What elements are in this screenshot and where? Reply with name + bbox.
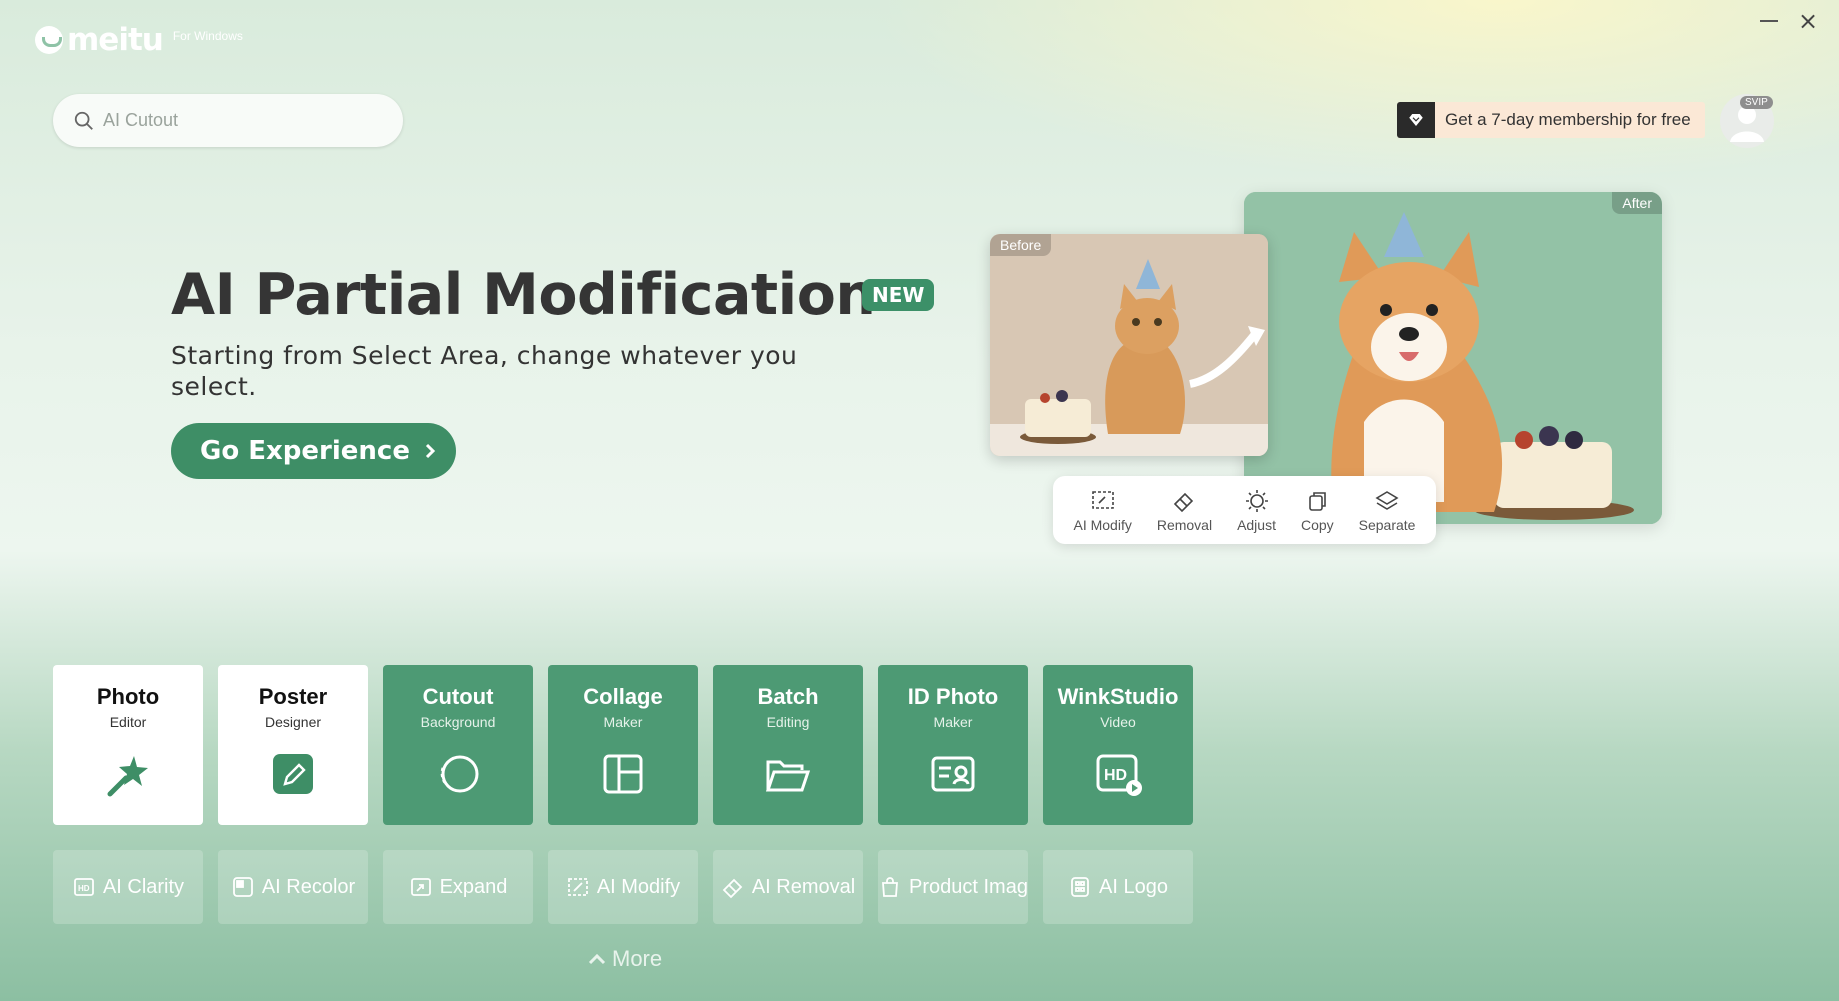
svg-text:HD: HD [78,884,90,893]
tile-title: WinkStudio [1057,684,1179,709]
tool-separate[interactable]: Separate [1358,488,1416,533]
edit-pencil-icon [273,754,313,794]
promo-text: Get a 7-day membership for free [1445,110,1691,129]
ai-modify-icon [567,878,588,896]
minimize-icon[interactable] [1760,20,1778,22]
tool-label: Removal [1156,516,1213,533]
folder-icon [765,760,811,792]
quick-tools: HD AI Clarity AI Recolor Expand AI Modif… [53,850,1193,924]
tile-title: Batch [757,684,819,709]
tile-subtitle: Background [420,714,496,730]
meitu-logo-icon [35,26,63,54]
quick-label: AI Logo [1099,875,1168,898]
hd-video-icon: HD [1096,754,1142,796]
logo-text: meitu [67,22,164,58]
tile-title: Collage [583,684,663,709]
tool-copy[interactable]: Copy [1301,488,1334,533]
tool-label: Separate [1358,516,1416,533]
quick-ai-clarity[interactable]: HD AI Clarity [53,850,203,924]
diamond-icon [1397,102,1435,138]
layers-icon [1375,490,1399,510]
ai-modify-icon [1091,490,1114,509]
quick-label: Expand [439,875,508,898]
after-label: After [1612,192,1662,214]
chevron-up-icon [588,953,606,965]
search-input[interactable] [103,110,383,131]
svip-badge: SVIP [1740,96,1773,109]
magic-wand-icon [107,756,148,797]
close-icon[interactable]: × [1797,9,1819,33]
quick-label: AI Recolor [261,875,356,898]
quick-label: AI Modify [596,875,681,898]
after-image: After [1244,192,1662,524]
quick-label: AI Clarity [102,875,185,898]
quick-ai-modify[interactable]: AI Modify [548,850,698,924]
tile-title: Poster [258,684,328,709]
tile-subtitle: Designer [264,714,322,730]
go-experience-button[interactable]: Go Experience [171,423,456,479]
quick-label: Product Imag [909,875,1028,898]
before-image: Before [990,234,1268,456]
quick-expand[interactable]: Expand [383,850,533,924]
tile-subtitle: Video [1100,714,1136,730]
tile-photo-editor[interactable]: Photo Editor [53,665,203,825]
hero-title: AI Partial Modification [171,262,876,328]
expand-icon [410,878,431,896]
logo-subtitle: For Windows [172,29,243,43]
quick-ai-removal[interactable]: AI Removal [713,850,863,924]
logo-icon [1071,877,1089,897]
recolor-icon [232,877,253,897]
membership-promo-button[interactable]: Get a 7-day membership for free [1397,102,1705,138]
tile-batch[interactable]: Batch Editing [713,665,863,825]
new-badge: NEW [862,279,935,311]
tool-label: Adjust [1237,516,1276,533]
lasso-icon [440,755,479,793]
eraser-icon [1174,492,1194,512]
tile-winkstudio[interactable]: WinkStudio Video HD [1043,665,1193,825]
tile-cutout[interactable]: Cutout Background [383,665,533,825]
tile-subtitle: Editing [766,714,810,730]
svg-text:HD: HD [1104,767,1127,784]
tile-id-photo[interactable]: ID Photo Maker [878,665,1028,825]
tile-subtitle: Maker [933,714,973,730]
eraser-icon [722,878,743,899]
tool-adjust[interactable]: Adjust [1237,488,1276,533]
search-icon [74,111,93,130]
tile-subtitle: Editor [109,714,147,730]
chevron-right-icon [425,443,436,459]
tool-label: AI Modify [1073,516,1132,533]
grid-layout-icon [603,754,643,794]
tool-removal[interactable]: Removal [1157,488,1212,533]
more-button[interactable]: More [586,946,662,972]
tile-title: Cutout [422,684,494,709]
quick-ai-logo[interactable]: AI Logo [1043,850,1193,924]
hd-icon: HD [74,878,94,896]
tile-title: ID Photo [907,684,999,709]
feature-tiles: Photo Editor Poster Designer Cutout Back… [53,665,1193,825]
app-logo: meitu For Windows [35,22,243,58]
copy-icon [1309,491,1327,511]
tile-collage[interactable]: Collage Maker [548,665,698,825]
tile-title: Photo [96,684,160,709]
before-label: Before [990,234,1052,256]
id-card-icon [931,756,975,792]
quick-product-image[interactable]: Product Imag [878,850,1028,924]
tool-ai-modify[interactable]: AI Modify [1073,488,1132,533]
product-icon [882,877,898,897]
search-box[interactable] [53,94,403,147]
tile-subtitle: Maker [603,714,643,730]
hero-tool-strip: AI Modify Removal Adjust Copy Separate [1053,476,1436,544]
tool-label: Copy [1300,516,1334,533]
hero-subtitle: Starting from Select Area, change whatev… [171,341,798,401]
tile-poster-designer[interactable]: Poster Designer [218,665,368,825]
more-label: More [612,946,663,971]
cta-label: Go Experience [200,436,410,466]
quick-label: AI Removal [751,875,856,898]
sun-icon [1245,489,1268,512]
quick-ai-recolor[interactable]: AI Recolor [218,850,368,924]
